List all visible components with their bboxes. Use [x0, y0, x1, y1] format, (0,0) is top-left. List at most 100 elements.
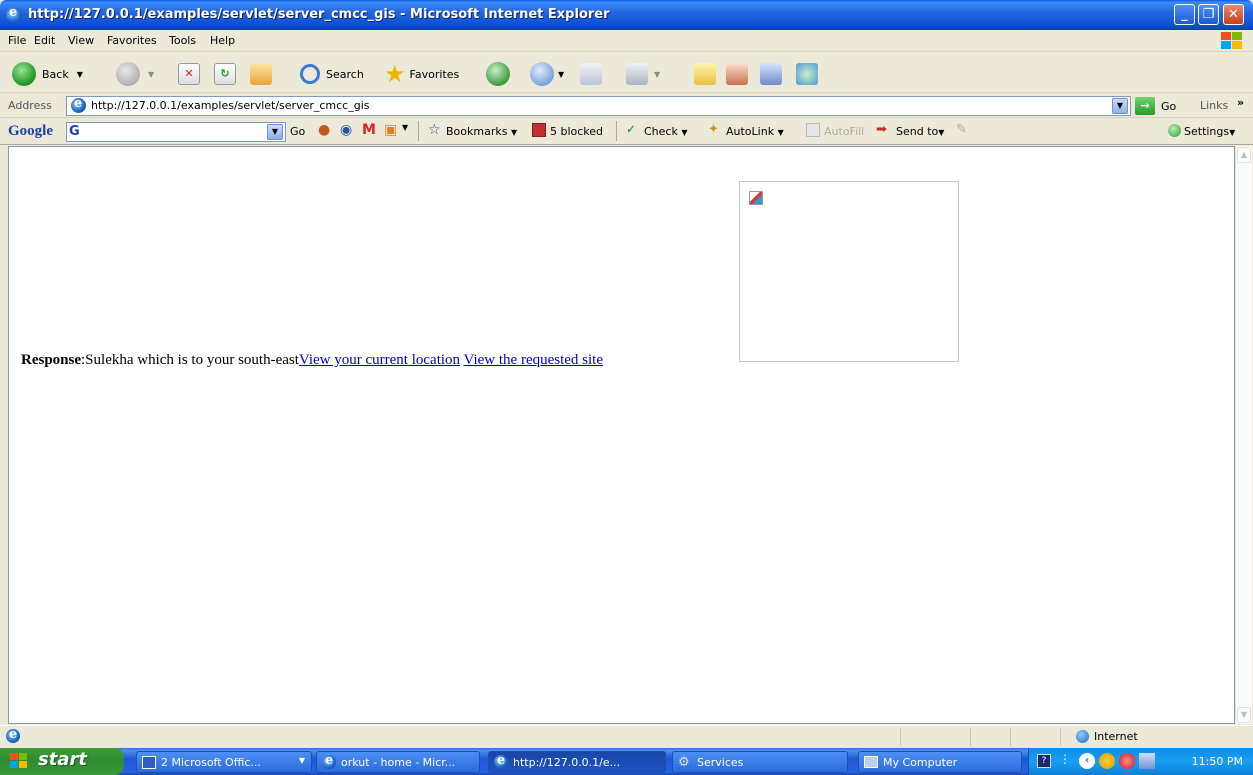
- view-current-location-link[interactable]: View your current location: [299, 352, 460, 368]
- start-button[interactable]: start: [0, 748, 124, 775]
- zone-label: Internet: [1094, 730, 1138, 743]
- chevron-down-icon: ▼: [777, 128, 784, 137]
- autofill-button[interactable]: AutoFill: [824, 125, 864, 138]
- address-bar: Address http://127.0.0.1/examples/servle…: [0, 94, 1253, 118]
- refresh-icon: ↻: [214, 63, 236, 85]
- chevron-down-icon[interactable]: ▼: [654, 70, 660, 79]
- research-icon: [726, 63, 748, 85]
- gmail-icon[interactable]: M: [362, 122, 376, 138]
- highlighter-icon[interactable]: ✎: [956, 122, 967, 137]
- refresh-button[interactable]: ↻: [214, 61, 236, 87]
- media-button[interactable]: [760, 61, 782, 87]
- chevron-down-icon[interactable]: ▼: [77, 70, 83, 79]
- menu-favorites[interactable]: Favorites: [107, 34, 157, 47]
- task-services[interactable]: ⚙ Services: [672, 751, 848, 773]
- chevron-down-icon: ▼: [1229, 128, 1236, 137]
- chevron-down-icon[interactable]: ▼: [558, 70, 564, 79]
- page-status-icon: [6, 727, 20, 743]
- search-button[interactable]: Search: [300, 61, 364, 87]
- google-g-icon: G: [69, 124, 80, 139]
- menu-view[interactable]: View: [68, 34, 94, 47]
- chevron-down-icon[interactable]: ▼: [267, 124, 283, 140]
- autolink-button[interactable]: AutoLink ▼: [726, 125, 784, 138]
- collapse-tray-icon[interactable]: ‹: [1079, 753, 1095, 769]
- settings-button[interactable]: Settings▼: [1184, 125, 1235, 138]
- mail-button[interactable]: ▼: [530, 61, 564, 87]
- check-button[interactable]: Check ▼: [644, 125, 688, 138]
- task-microsoft-office[interactable]: 2 Microsoft Offic... ▼: [136, 751, 312, 773]
- scroll-down-icon[interactable]: ▼: [1237, 707, 1251, 723]
- chevron-down-icon[interactable]: ▼: [402, 123, 408, 132]
- taskbar: start 2 Microsoft Offic... ▼ orkut - hom…: [0, 748, 1253, 775]
- stop-button[interactable]: ✕: [178, 61, 200, 87]
- search-icon: [300, 64, 320, 84]
- vertical-scrollbar[interactable]: ▲ ▼: [1235, 146, 1252, 724]
- google-search-input[interactable]: G ▼: [66, 122, 286, 142]
- mail-icon: [530, 62, 554, 86]
- address-label: Address: [8, 99, 52, 112]
- display-icon[interactable]: [1139, 753, 1155, 769]
- page-content: Response:Sulekha which is to your south-…: [8, 146, 1235, 724]
- menu-tools[interactable]: Tools: [169, 34, 196, 47]
- network-icon[interactable]: ⋮: [1059, 752, 1071, 766]
- messenger-button[interactable]: [796, 61, 818, 87]
- back-button[interactable]: Back ▼: [12, 61, 83, 87]
- ie-window-icon[interactable]: [6, 5, 22, 23]
- history-button[interactable]: [486, 61, 510, 87]
- home-button[interactable]: [250, 61, 272, 87]
- research-button[interactable]: [726, 61, 748, 87]
- forward-arrow-icon: [116, 62, 140, 86]
- send-to-button[interactable]: Send to▼: [896, 125, 944, 138]
- close-button[interactable]: ✕: [1223, 4, 1244, 25]
- clock[interactable]: 11:50 PM: [1192, 755, 1243, 768]
- menu-help[interactable]: Help: [210, 34, 235, 47]
- word-icon: [142, 756, 156, 769]
- security-shield-icon[interactable]: [1099, 753, 1115, 769]
- forward-button[interactable]: ▼: [116, 61, 154, 87]
- print-button[interactable]: [580, 61, 602, 87]
- antivirus-icon[interactable]: [1119, 753, 1135, 769]
- home-icon: [250, 63, 272, 85]
- chevron-down-icon[interactable]: ▼: [148, 70, 154, 79]
- star-icon: ★: [384, 60, 406, 88]
- chevron-right-icon[interactable]: »: [1237, 96, 1244, 109]
- page-icon: [71, 96, 86, 113]
- address-input[interactable]: http://127.0.0.1/examples/servlet/server…: [66, 96, 1131, 116]
- menu-edit[interactable]: Edit: [34, 34, 55, 47]
- chevron-down-icon: ▼: [510, 128, 518, 137]
- response-line: Response:Sulekha which is to your south-…: [21, 352, 603, 369]
- chevron-down-icon: ▼: [681, 128, 688, 137]
- address-dropdown-icon[interactable]: ▼: [1112, 98, 1128, 114]
- links-label[interactable]: Links: [1200, 99, 1228, 112]
- internet-zone-icon: [1076, 730, 1089, 743]
- divider: [1010, 728, 1011, 746]
- google-go-button[interactable]: Go: [290, 125, 305, 138]
- go-button[interactable]: → Go: [1135, 96, 1195, 116]
- help-icon[interactable]: ?: [1037, 754, 1051, 768]
- ie-icon: [322, 753, 336, 769]
- view-requested-site-link[interactable]: View the requested site: [464, 352, 603, 368]
- divider: [900, 728, 901, 746]
- minimize-button[interactable]: _: [1174, 4, 1195, 25]
- scroll-up-icon[interactable]: ▲: [1237, 147, 1251, 163]
- task-localhost[interactable]: http://127.0.0.1/e...: [488, 751, 666, 773]
- divider: [418, 121, 419, 141]
- task-orkut[interactable]: orkut - home - Micr...: [316, 751, 480, 773]
- puzzle-icon[interactable]: ▣: [384, 122, 397, 138]
- history-icon: [486, 62, 510, 86]
- globe-icon[interactable]: ◉: [340, 122, 352, 138]
- response-label: Response: [21, 352, 82, 368]
- menu-file[interactable]: File: [8, 34, 26, 47]
- google-logo[interactable]: Google: [8, 123, 53, 140]
- maximize-button[interactable]: ❐: [1198, 4, 1219, 25]
- popup-blocked-button[interactable]: 5 blocked: [550, 125, 603, 138]
- messenger-icon: [796, 63, 818, 85]
- title-bar[interactable]: http://127.0.0.1/examples/servlet/server…: [0, 0, 1253, 30]
- favorites-button[interactable]: ★ Favorites: [384, 60, 459, 88]
- pagerank-icon[interactable]: ●: [318, 122, 330, 138]
- bookmark-star-icon: ☆: [428, 122, 441, 138]
- bookmarks-button[interactable]: Bookmarks ▼: [446, 125, 517, 138]
- edit-button[interactable]: ▼: [626, 61, 660, 87]
- task-my-computer[interactable]: My Computer: [858, 751, 1022, 773]
- discuss-button[interactable]: [694, 61, 716, 87]
